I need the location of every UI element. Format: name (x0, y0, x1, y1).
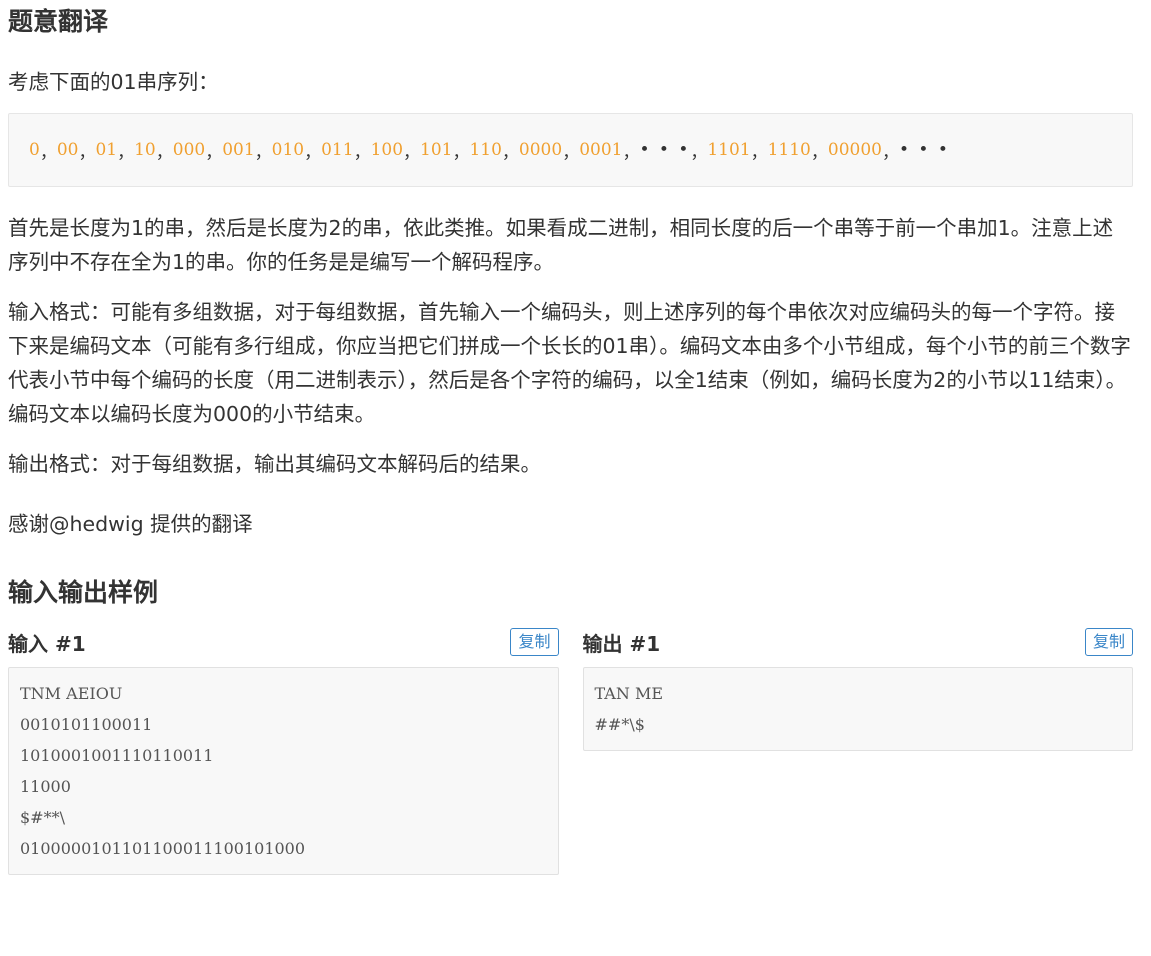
sequence-item: 00 (56, 140, 79, 160)
sequence-separator: ， (810, 142, 828, 163)
translation-title: 题意翻译 (8, 7, 109, 36)
sequence-separator: ， (205, 142, 223, 163)
sequence-item: 01 (95, 140, 118, 160)
sequence-separator: ， (622, 142, 640, 163)
sequence-item: 011 (321, 140, 354, 160)
sample-input-title: 输入 #1 (8, 631, 86, 656)
paragraph-output-format: 输出格式：对于每组数据，输出其编码文本解码后的结果。 (8, 452, 541, 476)
sample-input-code: TNM AEIOU 0010101100011 101000100111011001… (8, 667, 559, 875)
sequence-separator: ， (452, 142, 470, 163)
sequence-item: 0001 (579, 140, 623, 160)
copy-input-button[interactable]: 复制 (510, 628, 559, 656)
sequence-separator: ， (254, 142, 272, 163)
sequence-item: 010 (271, 140, 305, 160)
code-line: TNM AEIOU (20, 684, 123, 703)
code-line: 11000 (20, 777, 71, 796)
sequence-separator: ， (304, 142, 322, 163)
sequence-item: 001 (222, 140, 255, 160)
code-line: 0100000101101100011100101000 (20, 839, 306, 858)
paragraph-description: 首先是长度为1的串，然后是长度为2的串，依此类推。如果看成二进制，相同长度的后一… (8, 216, 1114, 274)
sequence-item: 000 (172, 140, 206, 160)
sequence-item: 1110 (767, 140, 811, 160)
sequence-code-block: 0， 00， 01， 10， 000， 001， 010， 011， 100， 101， 110， 0… (8, 113, 1133, 187)
sequence-separator: ， (881, 142, 899, 163)
sample-output-code: TAN ME ##*\$ (582, 667, 1133, 751)
sequence-item: 1101 (707, 140, 751, 160)
sequence-separator: ， (117, 142, 135, 163)
sequence-item: 101 (420, 140, 453, 160)
sequence-separator: ， (562, 142, 580, 163)
samples-container: 输入 #1 复制 TNM AEIOU 0010101100011 101000100… (8, 625, 1133, 875)
sample-output: 输出 #1 复制 TAN ME ##*\$ (582, 625, 1133, 875)
sequence-item: 0000 (518, 140, 563, 160)
sample-output-title: 输出 #1 (582, 631, 661, 656)
copy-output-button[interactable]: 复制 (1084, 628, 1133, 656)
sequence-separator: ， (690, 142, 708, 163)
sequence-separator: ， (501, 142, 519, 163)
code-line: TAN ME (594, 684, 664, 703)
translation-credit: 感谢@hedwig 提供的翻译 (8, 512, 253, 536)
code-line: 0010101100011 (20, 715, 153, 734)
sample-input: 输入 #1 复制 TNM AEIOU 0010101100011 101000100… (8, 625, 559, 875)
sequence-item: 0 (29, 140, 40, 160)
sequence-intro: 考虑下面的01串序列： (8, 70, 219, 94)
sequence-separator: ， (155, 142, 173, 163)
sequence-item: 110 (469, 140, 502, 160)
sequence-ellipsis: • • • (639, 140, 691, 160)
code-line: $#**\ (20, 808, 65, 827)
sequence-separator: ， (750, 142, 768, 163)
sequence-separator: ， (39, 142, 57, 163)
sequence-separator: ， (78, 142, 96, 163)
code-line: ##*\$ (594, 715, 645, 734)
sequence-item: 10 (134, 140, 156, 160)
sample-input-header: 输入 #1 复制 (8, 625, 559, 659)
sequence-item: 00000 (827, 140, 882, 160)
sample-output-header: 输出 #1 复制 (582, 625, 1133, 659)
samples-title: 输入输出样例 (8, 578, 159, 607)
code-line: 1010001001110110011 (20, 746, 214, 765)
sequence-separator: ， (403, 142, 421, 163)
paragraph-input-format: 输入格式：可能有多组数据，对于每组数据，首先输入一个编码头，则上述序列的每个串依… (8, 300, 1131, 426)
sequence-item: 100 (370, 140, 404, 160)
sequence-ellipsis: • • • (898, 140, 950, 160)
sequence-separator: ， (353, 142, 371, 163)
